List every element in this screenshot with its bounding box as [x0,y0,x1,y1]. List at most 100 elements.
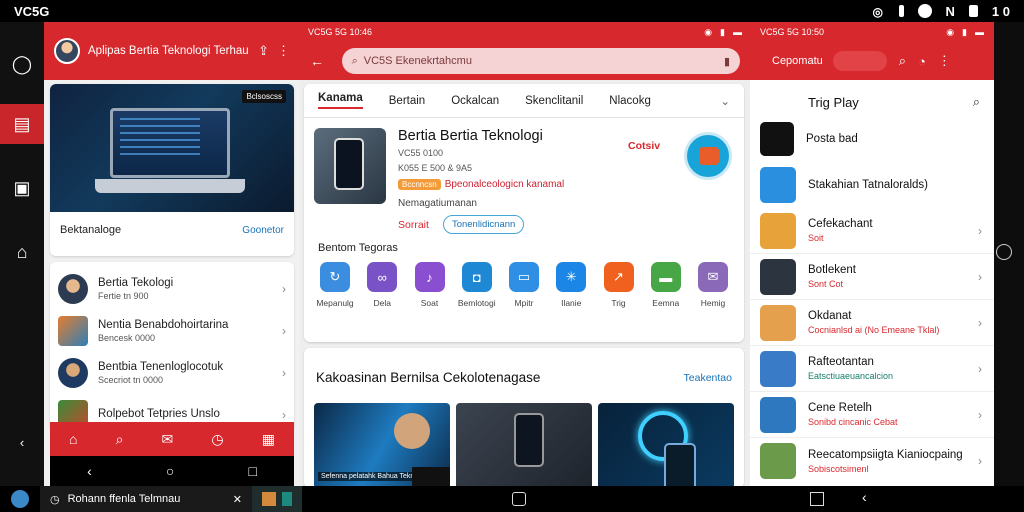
store-title: Trig Play [808,94,859,110]
tab-bar: Kanama Bertain Ockalcan Skenclitanil Nla… [304,84,744,118]
tab-0[interactable]: Kanama [318,92,363,109]
grid-item[interactable]: ✳ Ilanie [548,262,594,308]
item-sub: Cocnianlsd ai (No Emeane Tklal) [808,325,940,335]
share-icon[interactable]: ⇪ [258,43,269,59]
app-icon [262,492,276,506]
chevron-right-icon: › [978,223,982,238]
recents-icon[interactable] [810,492,824,506]
grid-item[interactable]: ▬ Eemna [643,262,689,308]
tab-1[interactable]: Bertain [389,95,425,107]
grid-icon[interactable]: ▦ [262,431,275,448]
mail-icon[interactable]: ✉ [162,431,174,448]
store-item[interactable]: Okdanat Cocnianlsd ai (No Emeane Tklal) › [750,300,994,346]
tab-2[interactable]: Ockalcan [451,95,499,107]
home-icon[interactable]: ⌂ [69,431,77,447]
item-sub: Sonibd cincanic Cebat [808,417,898,427]
record-icon [917,4,932,18]
app-icon [760,350,796,387]
home-icon[interactable]: ⌂ [0,232,44,272]
clock-icon[interactable]: ◷ [211,431,223,448]
list-item[interactable]: Bentbia Tenenloglocotuk Scecriot tn 0000 … [50,352,294,394]
search-icon[interactable]: ⌕ [116,431,124,448]
mic-icon[interactable]: ▮ [724,55,730,68]
back-arrow-icon[interactable]: ← [310,53,332,69]
tab-3[interactable]: Skenclitanil [525,95,583,107]
store-title-row: Trig Play ⌕ [750,80,994,110]
list-thumb [58,274,88,304]
grid-item[interactable]: ◘ Bemlotogi [454,262,500,308]
search-icon[interactable]: ⌕ [899,53,906,69]
grid-item[interactable]: ∞ Dela [359,262,405,308]
header-pill[interactable] [832,51,887,71]
featured-thumb[interactable] [598,403,734,486]
app-action-link[interactable]: Sorrait [398,219,429,231]
featured-thumb[interactable]: Sefenna pelatahk Bahua Teknoogrosi [314,403,450,486]
app-icon [760,258,796,295]
home-circle-icon[interactable] [996,244,1012,260]
hero-card[interactable]: Bclsoscss Bektanaloge Goonetor [50,84,294,256]
avatar[interactable] [54,38,80,64]
more-icon[interactable]: ⋮ [938,53,951,69]
app-thumbnail[interactable] [314,128,386,204]
more-icon[interactable]: ⋮ [277,43,290,59]
hero-link[interactable]: Goonetor [242,225,284,236]
header-text[interactable]: Cepomatu [772,55,823,67]
panel-status-text: VC5G 5G 10:46 [308,27,373,37]
back-icon[interactable]: ‹ [862,489,867,505]
calendar-icon[interactable]: ▣ [0,168,44,208]
chat-icon[interactable]: ◯ [0,44,44,84]
grid-item[interactable]: ▭ Mpitr [501,262,547,308]
grid-label: Mpitr [514,298,534,308]
store-item[interactable]: Rafteotantan Eatsctiuaeuancalcion › [750,346,994,392]
featured-thumb[interactable] [456,403,592,486]
app-row: Bertia Bertia Teknologi VC55 0100 K055 E… [304,118,744,234]
search-icon[interactable]: ⌕ [973,94,980,110]
phone-image [514,413,544,467]
hero-tag: Bclsoscss [242,90,286,103]
close-icon[interactable]: ✕ [233,493,242,506]
message-icon: ▬ [650,262,681,292]
store-item[interactable]: Cefekachant Soit › [750,208,994,254]
tab-4[interactable]: Nlacokg [609,95,651,107]
mail-icon: ✉ [698,262,728,292]
left-app-window: Aplipas Bertia Teknologi Terhau ⇪ ⋮ Bcls… [44,22,300,486]
refresh-icon: ↻ [320,262,350,292]
store-item[interactable]: Stakahian Tatnaloralds) [750,162,994,208]
chevron-right-icon: › [978,269,982,284]
app-info: Bertia Bertia Teknologi VC55 0100 K055 E… [398,128,624,234]
back-icon[interactable]: ‹ [87,463,92,479]
grid-item[interactable]: ♪ Soat [407,262,453,308]
store-item[interactable]: Cene Retelh Sonibd cincanic Cebat › [750,392,994,438]
grid-item[interactable]: ↗ Trig [596,262,642,308]
back-icon[interactable]: ‹ [0,422,44,462]
app-badge: Bccnncsn [398,179,441,190]
list-item[interactable]: Bertia Tekologi Fertie tn 900 › [50,268,294,310]
app-meta-2: K055 E 500 & 9A5 [398,163,473,173]
clock-icon: ◷ [50,493,60,506]
grid-item[interactable]: ↻ Mepanulg [312,262,358,308]
item-title: Stakahian Tatnaloralds) [808,179,928,191]
taskbar-app[interactable] [0,486,40,512]
shield-icon: ◘ [461,262,492,292]
app-action-button[interactable]: Tonenlidicnann [442,215,525,234]
list-title: Rolpebot Tetpries Unslo [98,408,220,420]
taskbar-task[interactable]: ◷ Rohann ffenla Telmnau ✕ [40,486,252,512]
card-icon: ▭ [509,262,539,292]
home-circle-icon[interactable]: ○ [166,463,174,479]
chevron-down-icon[interactable]: ⌄ [720,94,730,108]
grid-item[interactable]: ✉ Hemig [690,262,736,308]
item-title: Cefekachant [808,218,873,230]
store-item[interactable]: Posta bad [750,116,994,162]
featured-link[interactable]: Teakentao [684,372,732,384]
store-item[interactable]: Reecatompsiigta Kianiocpaing Sobiscotsime… [750,438,994,484]
gallery-icon[interactable]: ▤ [0,104,44,144]
square-icon[interactable] [512,492,526,506]
search-input[interactable]: ⌕ VC5S Ekenekrtahcmu ▮ [341,48,740,74]
taskbar-app[interactable] [252,486,302,512]
store-item[interactable]: Botlekent Sont Cot › [750,254,994,300]
app-logo[interactable] [684,132,732,180]
bell-icon[interactable]: ◔ [918,54,926,69]
list-item[interactable]: Nentia Benabdohoirtarina Bencesk 0000 › [50,310,294,352]
list-title: Bertia Tekologi [98,277,174,289]
square-icon[interactable]: □ [248,463,256,479]
